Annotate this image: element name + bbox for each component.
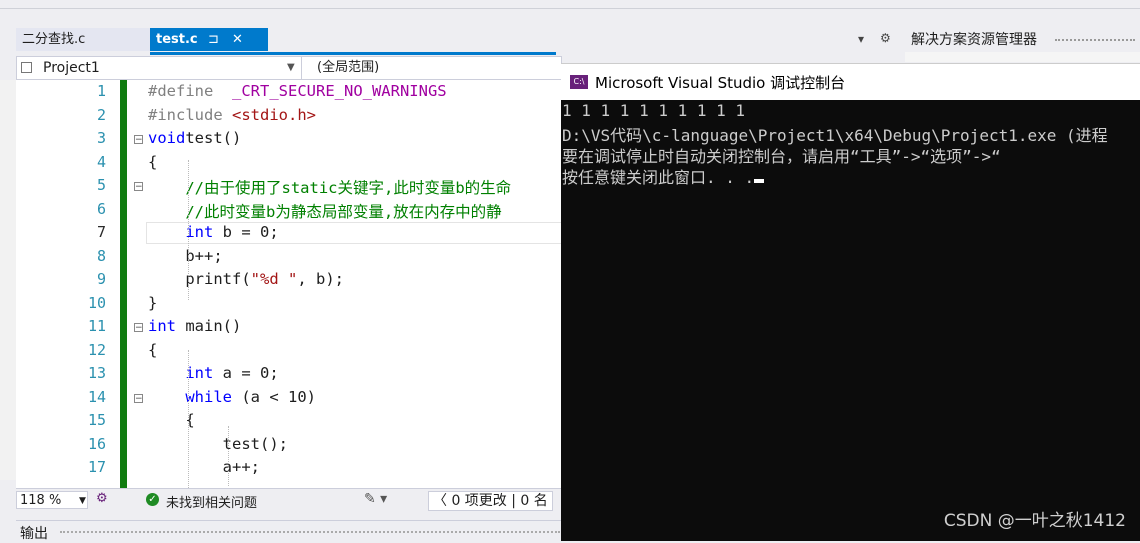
- drag-handle: [1055, 39, 1135, 44]
- console-cursor: [754, 179, 765, 183]
- line-number: 1: [96, 82, 106, 100]
- indent-guide: [228, 426, 229, 486]
- code-line[interactable]: //由于使用了static关键字,此时变量b的生命: [148, 176, 511, 198]
- drag-handle: [60, 531, 560, 533]
- chevron-down-icon: ▼: [287, 62, 295, 73]
- git-changes-indicator[interactable]: 〈 0 项更改 | 0 名: [428, 491, 553, 511]
- code-line[interactable]: a++;: [148, 458, 260, 476]
- fold-toggle-icon[interactable]: −: [134, 135, 143, 145]
- code-line[interactable]: int main(): [148, 317, 241, 335]
- code-line[interactable]: voidtest(): [148, 129, 241, 147]
- console-title-bar[interactable]: C:\ Microsoft Visual Studio 调试控制台: [561, 63, 1140, 100]
- line-number: 5: [96, 176, 106, 194]
- indent-guide: [188, 160, 189, 300]
- line-number: 13: [87, 364, 106, 382]
- code-line[interactable]: //此时变量b为静态局部变量,放在内存中的静: [148, 200, 501, 222]
- project-icon: [21, 62, 32, 73]
- line-number: 10: [87, 293, 106, 312]
- line-number: 12: [87, 340, 106, 359]
- code-editor[interactable]: 1 #define _CRT_SECURE_NO_WARNINGS 2 #includ…: [16, 80, 561, 488]
- tab-list-dropdown-icon[interactable]: ▾: [858, 32, 864, 46]
- tab-binary-search[interactable]: 二分查找.c: [16, 28, 154, 51]
- debug-console-window[interactable]: 1 1 1 1 1 1 1 1 1 1 D:\VS代码\c-language\Pr…: [561, 63, 1140, 541]
- gear-icon[interactable]: ⚙: [880, 31, 891, 45]
- line-number: 15: [87, 411, 106, 429]
- code-line[interactable]: {: [148, 341, 157, 359]
- solution-explorer-header[interactable]: 解决方案资源管理器: [905, 28, 1140, 52]
- line-number: 9: [96, 270, 106, 288]
- scope-label: (全局范围): [317, 60, 380, 75]
- code-line[interactable]: {: [148, 153, 157, 171]
- line-number: 3: [96, 129, 106, 147]
- solution-explorer-title: 解决方案资源管理器: [911, 32, 1037, 48]
- tab-label: test.c: [156, 32, 198, 47]
- indent-guide: [188, 350, 189, 488]
- code-line[interactable]: #include <stdio.h>: [148, 106, 316, 124]
- solution-explorer-panel: [905, 52, 1140, 62]
- code-line[interactable]: b++;: [148, 247, 222, 265]
- close-icon[interactable]: ✕: [232, 28, 243, 51]
- code-line[interactable]: int a = 0;: [148, 364, 278, 382]
- output-title: 输出: [20, 526, 48, 542]
- main-toolbar: [0, 0, 1140, 9]
- fold-toggle-icon[interactable]: −: [134, 323, 143, 333]
- console-line: 1 1 1 1 1 1 1 1 1 1: [562, 101, 746, 120]
- fold-toggle-icon[interactable]: −: [134, 393, 143, 403]
- line-number: 7: [96, 223, 106, 241]
- line-number: 17: [87, 458, 106, 476]
- tab-label: 二分查找.c: [22, 32, 86, 47]
- navigation-bar: Project1 ▼ (全局范围): [16, 56, 562, 80]
- console-line: 按任意键关闭此窗口. . .: [562, 164, 765, 188]
- console-app-icon: C:\: [570, 75, 588, 89]
- check-circle-icon: ✓: [146, 493, 159, 506]
- code-line[interactable]: }: [148, 294, 157, 312]
- zoom-value: 118 %: [20, 493, 62, 508]
- editor-status-bar: 118 % ▼ ⚙ ✓ 未找到相关问题 ✎ ▾ 〈 0 项更改 | 0 名: [16, 488, 561, 511]
- code-cleanup-icon[interactable]: ✎ ▾: [364, 491, 387, 507]
- line-number: 2: [96, 105, 106, 124]
- watermark: CSDN @一叶之秋1412: [943, 511, 1126, 531]
- project-dropdown[interactable]: Project1 ▼: [17, 57, 302, 79]
- code-line[interactable]: while (a < 10): [148, 388, 316, 406]
- fold-toggle-icon[interactable]: −: [134, 182, 143, 192]
- code-line[interactable]: int b = 0;: [148, 223, 278, 241]
- left-margin-strip: [0, 80, 16, 480]
- console-output: 1 1 1 1 1 1 1 1 1 1 D:\VS代码\c-language\Pr…: [561, 99, 1140, 541]
- document-tab-bar: 二分查找.c test.c ⊐ ✕ ▾ ⚙: [16, 28, 900, 52]
- zoom-dropdown[interactable]: 118 % ▼: [16, 491, 88, 509]
- tab-test-c[interactable]: test.c ⊐ ✕: [150, 28, 268, 51]
- code-line[interactable]: printf("%d ", b);: [148, 270, 344, 288]
- line-number: 4: [96, 152, 106, 171]
- line-number: 14: [87, 387, 106, 406]
- chevron-down-icon: ▼: [79, 496, 86, 506]
- code-line[interactable]: test();: [148, 435, 288, 453]
- line-number: 8: [96, 246, 106, 265]
- console-title: Microsoft Visual Studio 调试控制台: [595, 74, 846, 92]
- line-number: 6: [96, 199, 106, 218]
- output-panel-header[interactable]: 输出: [16, 520, 561, 542]
- active-tab-underline: [150, 52, 556, 55]
- line-number: 11: [87, 317, 106, 335]
- issues-status[interactable]: 未找到相关问题: [166, 492, 257, 511]
- change-tracking-bar: [120, 80, 127, 488]
- code-line[interactable]: #define _CRT_SECURE_NO_WARNINGS: [148, 82, 447, 100]
- project-name: Project1: [43, 60, 100, 76]
- scope-dropdown[interactable]: (全局范围): [317, 57, 557, 79]
- pin-icon[interactable]: ⊐: [208, 28, 219, 51]
- intellicode-icon[interactable]: ⚙: [96, 491, 108, 506]
- line-number: 16: [87, 434, 106, 453]
